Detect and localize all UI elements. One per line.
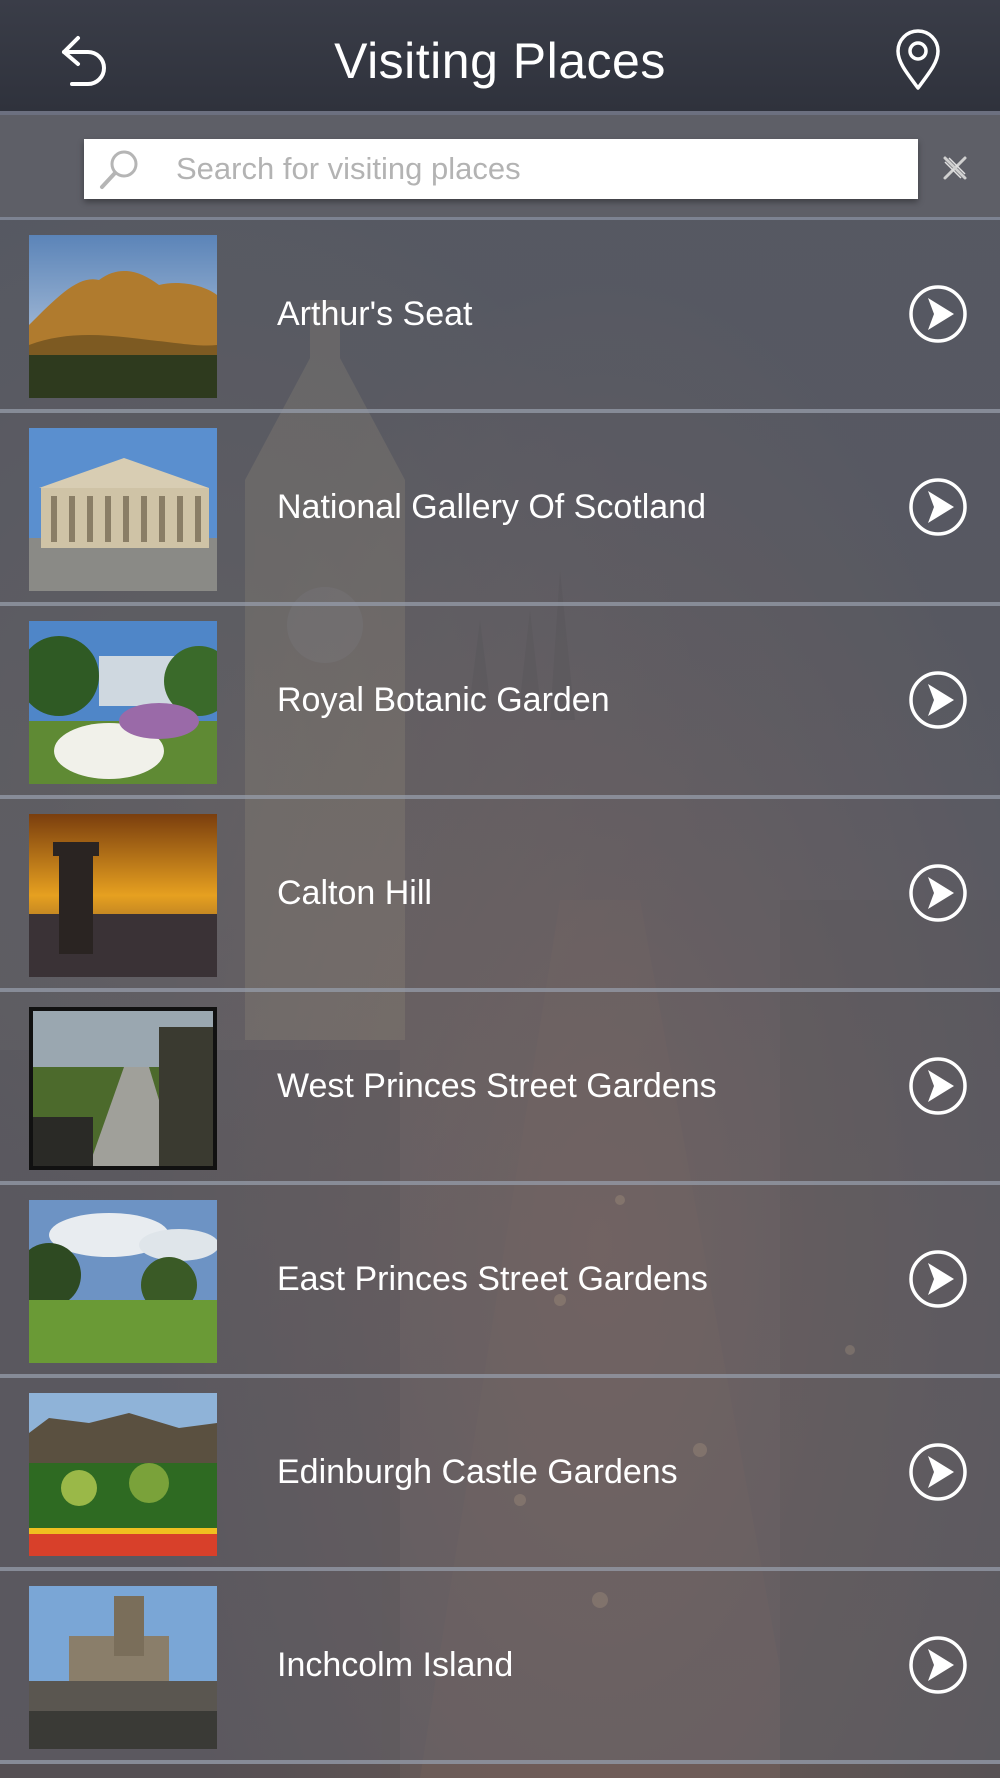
place-name: East Princes Street Gardens [277, 1260, 708, 1298]
place-name: Inchcolm Island [277, 1646, 514, 1684]
list-item[interactable]: East Princes Street Gardens [0, 1185, 1000, 1378]
place-thumbnail [29, 1200, 217, 1363]
app-header: Visiting Places [0, 0, 1000, 115]
place-thumbnail [29, 428, 217, 591]
chevron-right-circle-icon[interactable] [908, 1249, 968, 1309]
list-item[interactable]: West Princes Street Gardens [0, 992, 1000, 1185]
list-item[interactable]: Arthur's Seat [0, 220, 1000, 413]
clear-x-icon[interactable] [940, 153, 970, 183]
page-title: Visiting Places [334, 33, 666, 89]
search-bar [0, 115, 1000, 220]
back-arrow-icon[interactable] [50, 30, 112, 90]
place-name: Arthur's Seat [277, 295, 473, 333]
magnifier-icon [96, 147, 142, 193]
chevron-right-circle-icon[interactable] [908, 1442, 968, 1502]
search-input[interactable] [174, 145, 818, 193]
search-box[interactable] [84, 139, 967, 199]
places-list: Arthur's Seat National Gallery Of Scotla… [0, 220, 1000, 1764]
list-item[interactable]: Royal Botanic Garden [0, 606, 1000, 799]
chevron-right-circle-icon[interactable] [908, 477, 968, 537]
place-name: National Gallery Of Scotland [277, 488, 706, 526]
place-thumbnail [29, 235, 217, 398]
list-item[interactable]: Inchcolm Island [0, 1571, 1000, 1764]
list-item[interactable]: Calton Hill [0, 799, 1000, 992]
map-pin-icon[interactable] [890, 28, 946, 92]
place-thumbnail [29, 814, 217, 977]
chevron-right-circle-icon[interactable] [908, 284, 968, 344]
place-name: Edinburgh Castle Gardens [277, 1453, 678, 1491]
chevron-right-circle-icon[interactable] [908, 1056, 968, 1116]
chevron-right-circle-icon[interactable] [908, 1635, 968, 1695]
chevron-right-circle-icon[interactable] [908, 863, 968, 923]
place-name: Calton Hill [277, 874, 432, 912]
place-thumbnail [29, 621, 217, 784]
place-thumbnail [29, 1007, 217, 1170]
place-name: West Princes Street Gardens [277, 1067, 717, 1105]
place-thumbnail [29, 1586, 217, 1749]
place-name: Royal Botanic Garden [277, 681, 610, 719]
list-item[interactable]: National Gallery Of Scotland [0, 413, 1000, 606]
place-thumbnail [29, 1393, 217, 1556]
chevron-right-circle-icon[interactable] [908, 670, 968, 730]
list-item[interactable]: Edinburgh Castle Gardens [0, 1378, 1000, 1571]
